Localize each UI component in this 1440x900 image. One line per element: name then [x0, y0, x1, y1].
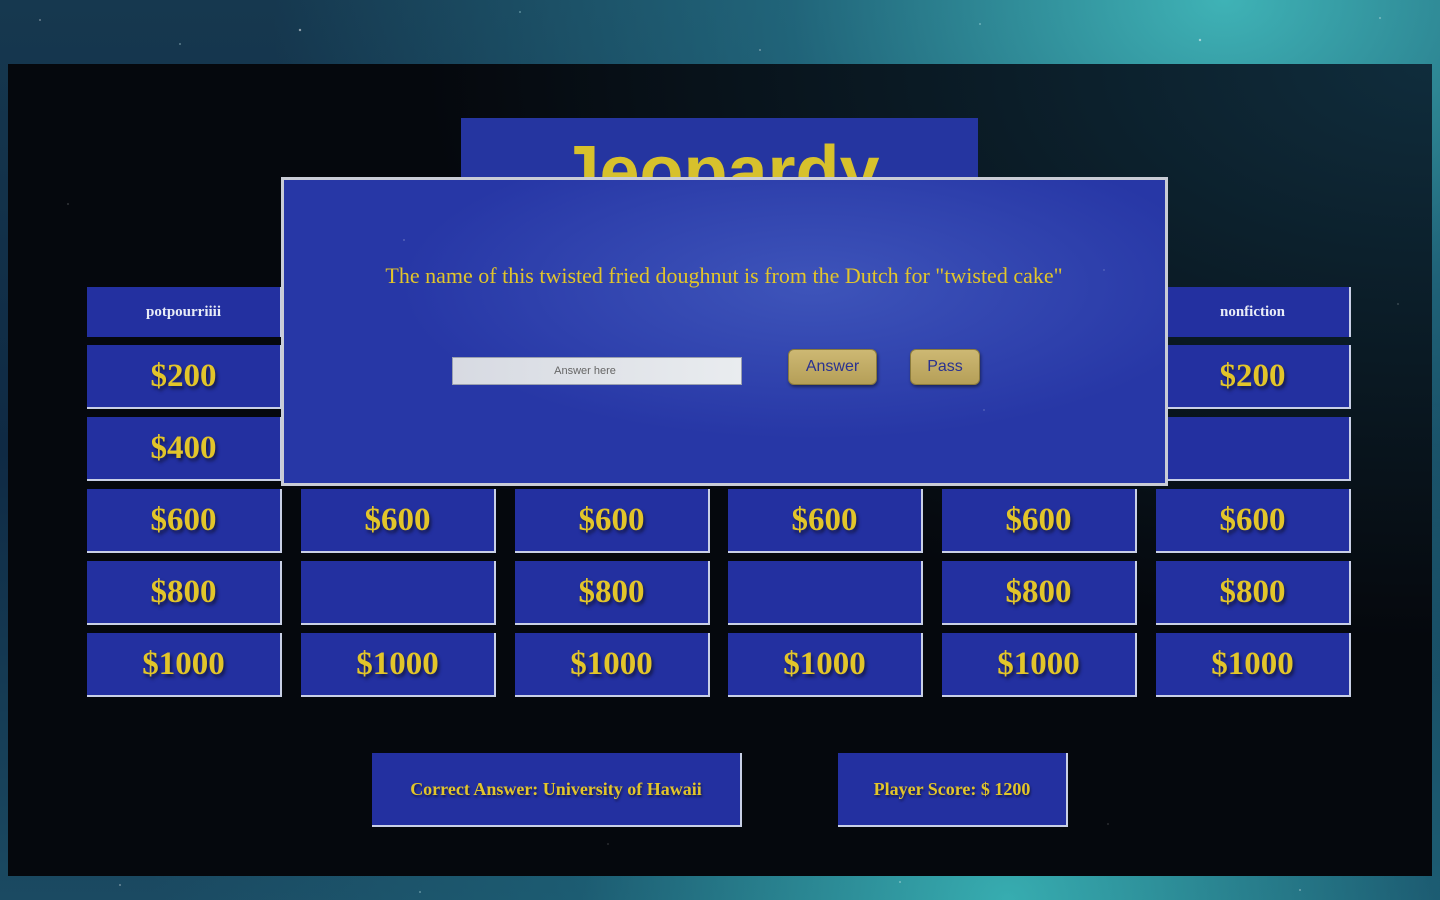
clue-tile[interactable]: $1000: [87, 633, 282, 697]
clue-tile[interactable]: $400: [87, 417, 282, 481]
clue-tile[interactable]: $600: [301, 489, 496, 553]
player-score-display: Player Score: $ 1200: [838, 753, 1068, 827]
clue-tile[interactable]: $1000: [301, 633, 496, 697]
clue-tile[interactable]: $800: [1156, 561, 1351, 625]
clue-tile[interactable]: $800: [942, 561, 1137, 625]
clue-tile[interactable]: $1000: [942, 633, 1137, 697]
category-header: potpourriiii: [87, 287, 282, 337]
clue-tile[interactable]: $1000: [728, 633, 923, 697]
pass-button[interactable]: Pass: [910, 349, 980, 385]
clue-tile[interactable]: [1156, 417, 1351, 481]
answer-button[interactable]: Answer: [788, 349, 877, 385]
clue-tile[interactable]: $800: [87, 561, 282, 625]
clue-tile[interactable]: $600: [515, 489, 710, 553]
clue-tile[interactable]: [301, 561, 496, 625]
clue-tile[interactable]: $1000: [1156, 633, 1351, 697]
answer-input[interactable]: [452, 357, 742, 385]
clue-tile[interactable]: $200: [87, 345, 282, 409]
clue-tile[interactable]: $1000: [515, 633, 710, 697]
question-modal: The name of this twisted fried doughnut …: [281, 177, 1168, 486]
clue-tile[interactable]: $200: [1156, 345, 1351, 409]
clue-tile[interactable]: $800: [515, 561, 710, 625]
clue-tile[interactable]: $600: [942, 489, 1137, 553]
clue-tile[interactable]: $600: [1156, 489, 1351, 553]
category-header: nonfiction: [1156, 287, 1351, 337]
correct-answer-display: Correct Answer: University of Hawaii: [372, 753, 742, 827]
clue-tile[interactable]: [728, 561, 923, 625]
clue-tile[interactable]: $600: [728, 489, 923, 553]
clue-tile[interactable]: $600: [87, 489, 282, 553]
question-text: The name of this twisted fried doughnut …: [385, 263, 1063, 288]
